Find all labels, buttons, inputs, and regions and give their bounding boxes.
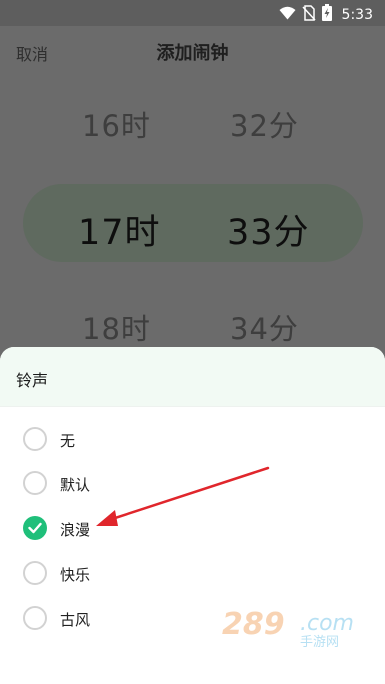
radio-unchecked-icon[interactable]	[23, 471, 47, 495]
wifi-icon	[279, 5, 296, 24]
ringtone-option-label: 古风	[60, 611, 91, 629]
watermark-logo: 289 .com 手游网	[222, 607, 354, 650]
hour-option-above[interactable]: 16时	[82, 103, 151, 145]
no-sim-icon	[301, 4, 316, 25]
radio-unchecked-icon[interactable]	[23, 427, 47, 451]
minute-option-below[interactable]: 34分	[230, 306, 299, 348]
ringtone-option-default[interactable]: 默认	[23, 471, 363, 499]
minute-option-above[interactable]: 32分	[230, 103, 299, 145]
status-bar: 5:33	[0, 0, 385, 26]
app-header: 取消 添加闹钟	[0, 26, 385, 74]
minute-selected[interactable]: 33分	[227, 204, 310, 255]
hour-selected[interactable]: 17时	[78, 204, 161, 255]
ringtone-option-label: 快乐	[60, 566, 91, 584]
sheet-header: 铃声	[0, 347, 385, 407]
svg-text:289: 289	[222, 607, 285, 642]
ringtone-option-label: 默认	[60, 476, 91, 494]
svg-text:.com: .com	[300, 611, 354, 636]
radio-unchecked-icon[interactable]	[23, 606, 47, 630]
ringtone-option-happy[interactable]: 快乐	[23, 561, 363, 589]
status-icons: 5:33	[279, 4, 373, 25]
battery-charging-icon	[321, 4, 332, 25]
hour-option-below[interactable]: 18时	[82, 306, 151, 348]
page-title: 添加闹钟	[156, 43, 229, 64]
ringtone-option-none[interactable]: 无	[23, 427, 363, 455]
radio-unchecked-icon[interactable]	[23, 561, 47, 585]
sheet-title: 铃声	[16, 371, 49, 390]
ringtone-option-romantic[interactable]: 浪漫	[23, 516, 363, 544]
ringtone-option-label: 无	[60, 432, 76, 450]
svg-text:手游网: 手游网	[300, 635, 339, 650]
ringtone-option-label: 浪漫	[60, 521, 91, 539]
radio-checked-icon[interactable]	[23, 516, 47, 540]
selected-time-band	[23, 184, 363, 262]
status-time: 5:33	[341, 6, 373, 23]
